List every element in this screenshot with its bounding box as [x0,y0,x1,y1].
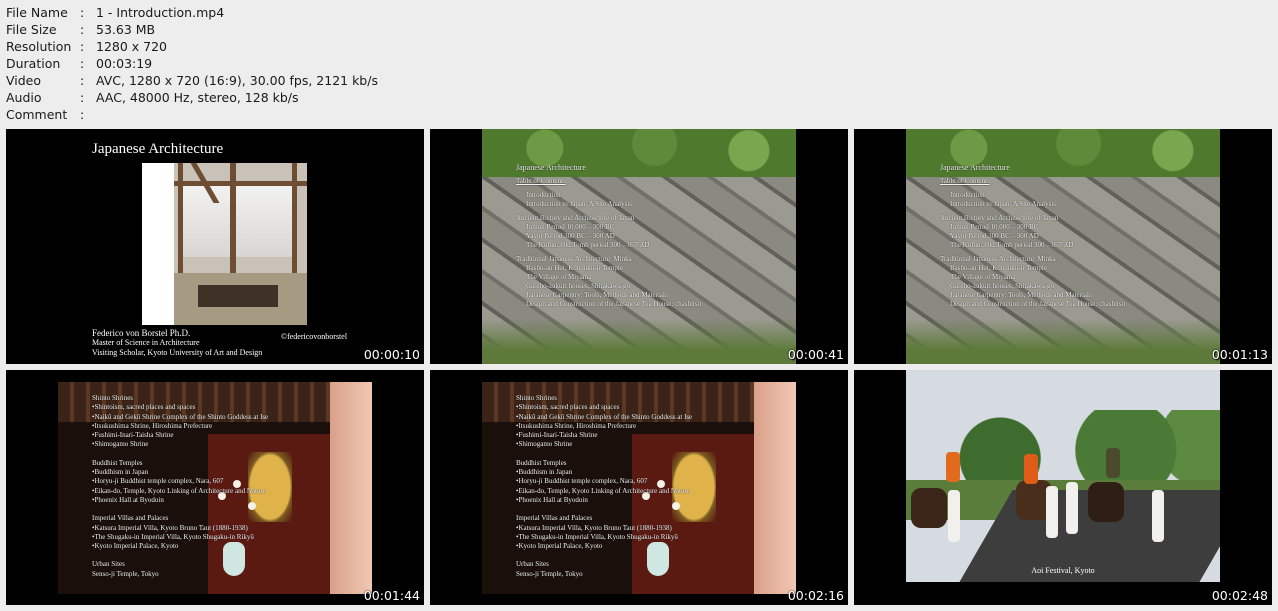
thumbnail-2[interactable]: Japanese Architecture Table of Contents … [430,129,848,364]
timestamp: 00:00:10 [363,347,420,362]
meta-row-file-name: File Name:1 - Introduction.mp4 [6,5,225,20]
tea-room-photo [142,163,307,325]
timestamp: 00:02:16 [787,588,844,603]
slide-title: Japanese Architecture [92,141,224,157]
file-metadata: File Name:1 - Introduction.mp4 File Size… [6,4,378,123]
thumbnail-5[interactable]: Shinto Shrines •Shintoism, sacred places… [430,370,848,605]
meta-row-video: Video: AVC, 1280 x 720 (16:9), 30.00 fps,… [6,73,378,88]
table-of-contents: Japanese Architecture Table of Contents … [940,163,1126,308]
author-credits: Federico von Borstel Ph.D. Master of Sci… [92,328,263,357]
meta-row-audio: Audio: AAC, 48000 Hz, stereo, 128 kb/s [6,90,299,105]
timestamp: 00:00:41 [787,347,844,362]
table-of-contents: Japanese Architecture Table of Contents … [516,163,702,308]
copyright-label: ©federicovonborstel [281,332,348,341]
thumbnail-6[interactable]: Aoi Festival, Kyoto 00:02:48 [854,370,1272,605]
timestamp: 00:01:44 [363,588,420,603]
thumbnail-4[interactable]: Shinto Shrines •Shintoism, sacred places… [6,370,424,605]
festival-photo: Aoi Festival, Kyoto [906,370,1220,582]
course-topics-list: Shinto Shrines •Shintoism, sacred places… [516,394,693,578]
meta-row-comment: Comment: [6,107,85,122]
timestamp: 00:02:48 [1211,588,1268,603]
meta-row-duration: Duration:00:03:19 [6,56,153,71]
meta-row-resolution: Resolution:1280 x 720 [6,39,168,54]
course-topics-list: Shinto Shrines •Shintoism, sacred places… [92,394,269,578]
thumbnail-3[interactable]: Japanese Architecture Table of Contents … [854,129,1272,364]
timestamp: 00:01:13 [1211,347,1268,362]
meta-row-file-size: File Size:53.63 MB [6,22,156,37]
photo-caption: Aoi Festival, Kyoto [1031,566,1095,575]
thumbnail-1[interactable]: Japanese Architecture ©federicovonborste… [6,129,424,364]
